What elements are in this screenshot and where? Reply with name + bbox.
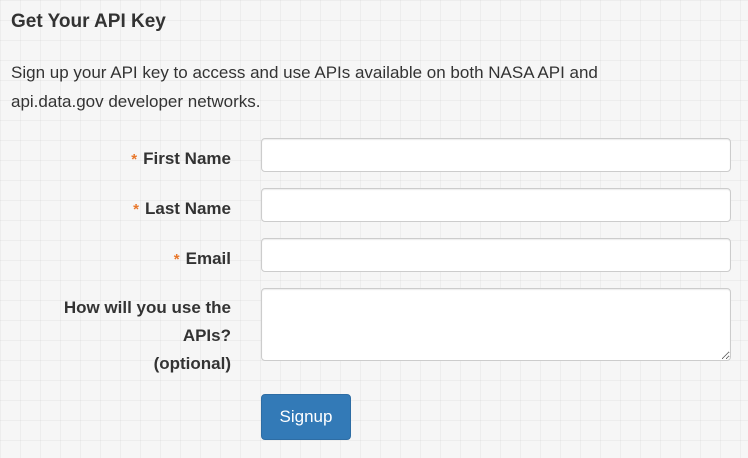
required-marker: * [173,251,180,268]
use-label-line-2: APIs? [182,326,231,345]
intro-line-2: api.data.gov developer networks. [11,92,261,111]
email-label-text: Email [185,249,231,268]
last-name-label: * Last Name [133,195,231,224]
first-name-label-text: First Name [143,149,231,168]
first-name-label: * First Name [131,145,231,174]
intro-text: Sign up your API key to access and use A… [11,58,711,116]
email-label: * Email [174,245,231,274]
required-marker: * [133,201,140,218]
last-name-label-text: Last Name [145,199,231,218]
use-label-line-1: How will you use the [63,298,231,317]
use-description-label: How will you use the APIs? (optional) [64,294,231,378]
email-input[interactable] [261,238,731,272]
use-description-textarea[interactable] [261,288,731,361]
page-title: Get Your API Key [11,11,166,32]
first-name-input[interactable] [261,138,731,172]
last-name-input[interactable] [261,188,731,222]
use-label-line-3: (optional) [153,354,231,373]
required-marker: * [131,151,138,168]
intro-line-1: Sign up your API key to access and use A… [11,63,598,82]
signup-button[interactable]: Signup [261,394,351,440]
